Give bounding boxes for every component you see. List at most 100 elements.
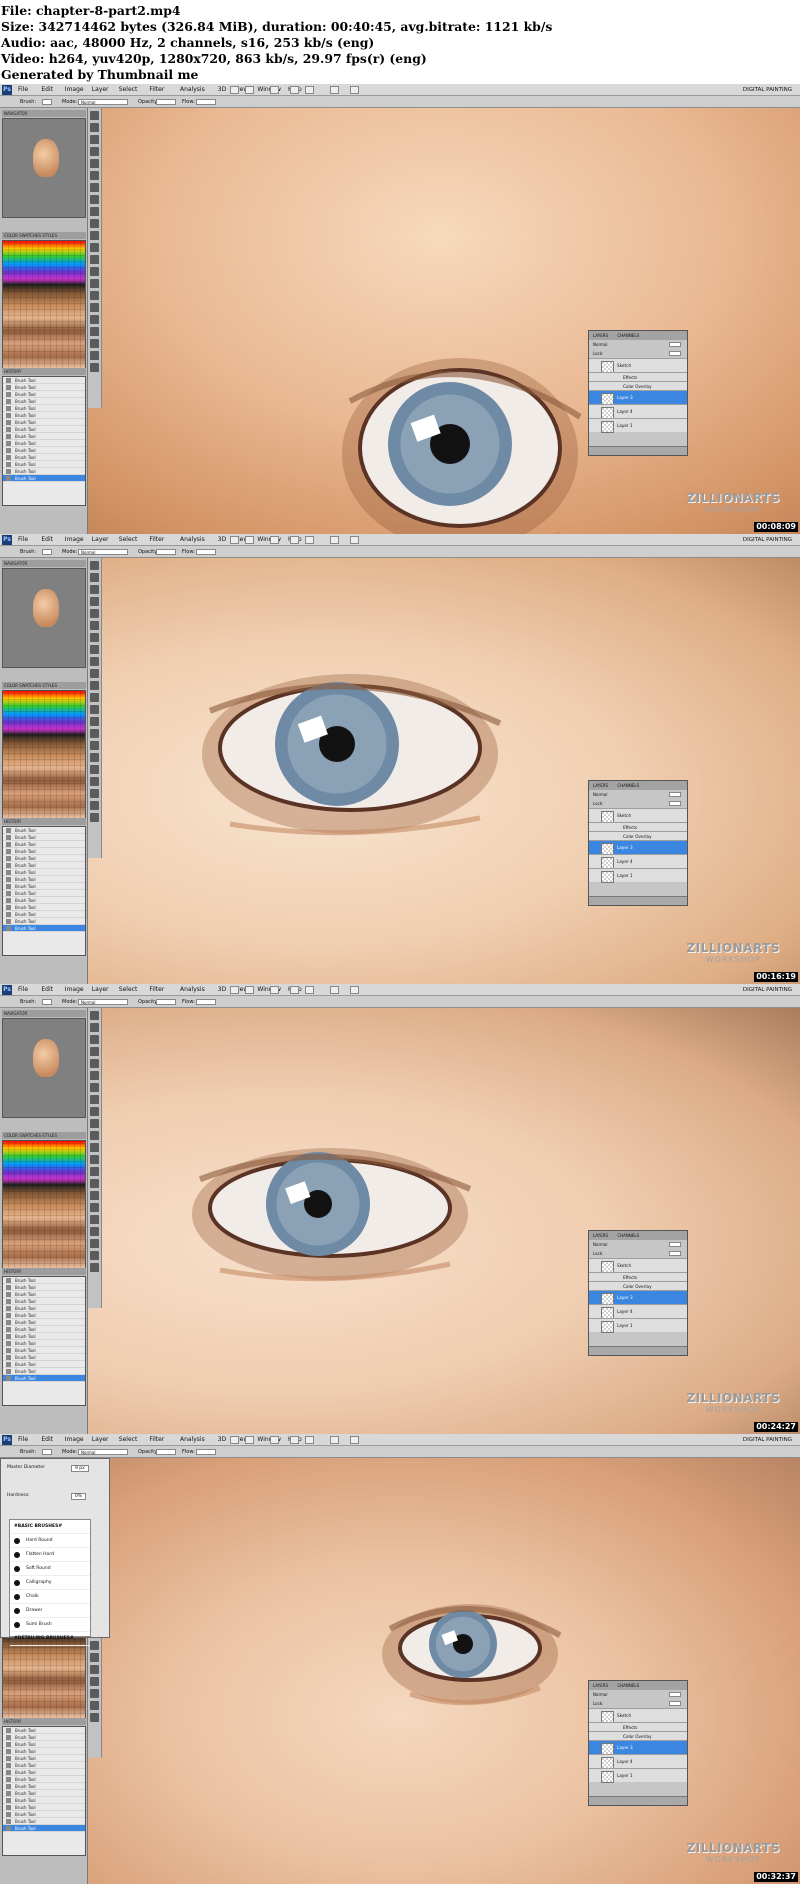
layer-row[interactable]: Layer 1 <box>589 418 687 433</box>
brush-preset-item[interactable]: Flatten Hard <box>10 1548 90 1562</box>
tool-icon[interactable] <box>90 1011 99 1020</box>
history-item[interactable]: Brush Tool <box>3 1741 85 1748</box>
menu-item-select[interactable]: Select <box>119 84 138 96</box>
opacity-field[interactable] <box>669 342 681 347</box>
history-item[interactable]: Brush Tool <box>3 1762 85 1769</box>
tool-icon[interactable] <box>90 681 99 690</box>
tool-icon[interactable] <box>90 267 99 276</box>
history-item[interactable]: Brush Tool <box>3 433 85 440</box>
history-item[interactable]: Brush Tool <box>3 1811 85 1818</box>
menu-item-analysis[interactable]: Analysis <box>180 1434 205 1446</box>
tool-icon[interactable] <box>90 621 99 630</box>
tool-icon[interactable] <box>90 363 99 372</box>
brush-preset-item[interactable]: #DETAILING BRUSHES# <box>10 1632 90 1646</box>
toolbar-button-icon[interactable] <box>290 536 299 544</box>
swatches-grid[interactable] <box>2 240 86 370</box>
toolbar-button-icon[interactable] <box>230 536 239 544</box>
brush-preset-picker[interactable] <box>42 999 52 1005</box>
history-item[interactable]: Brush Tool <box>3 1818 85 1825</box>
layer-row[interactable]: Layer 4 <box>589 404 687 419</box>
history-item[interactable]: Brush Tool <box>3 827 85 834</box>
mode-select[interactable]: Normal <box>78 549 128 555</box>
navigator-thumbnail[interactable] <box>2 118 86 218</box>
toolbar-button-icon[interactable] <box>245 536 254 544</box>
history-item[interactable]: Brush Tool <box>3 883 85 890</box>
tool-icon[interactable] <box>90 255 99 264</box>
history-list[interactable]: Brush Tool Brush Tool Brush Tool Brush Tool… <box>2 826 86 956</box>
tab-channels[interactable]: CHANNELS <box>617 333 639 338</box>
layer-row[interactable]: Sketch <box>589 1708 687 1723</box>
tool-icon[interactable] <box>90 1677 99 1686</box>
menu-item-image[interactable]: Image <box>65 984 84 996</box>
mode-select[interactable]: Normal <box>78 1449 128 1455</box>
history-item[interactable]: Brush Tool <box>3 1333 85 1340</box>
workspace-switcher[interactable]: DIGITAL PAINTING <box>743 1434 792 1446</box>
history-item[interactable]: Brush Tool <box>3 890 85 897</box>
layer-row[interactable]: Layer 1 <box>589 868 687 883</box>
tool-icon[interactable] <box>90 573 99 582</box>
tool-icon[interactable] <box>90 1131 99 1140</box>
brush-preset-item[interactable]: Drawer <box>10 1604 90 1618</box>
brush-preset-list[interactable]: #BASIC BRUSHES# Hard Round Flatten Hard Sof… <box>9 1519 91 1646</box>
opacity-input[interactable] <box>156 99 176 105</box>
swatches-grid[interactable] <box>2 690 86 820</box>
menu-item-image[interactable]: Image <box>65 84 84 96</box>
menu-item-edit[interactable]: Edit <box>41 534 53 546</box>
brush-preset-item[interactable]: Calligraphy <box>10 1576 90 1590</box>
toolbar-button-icon[interactable] <box>230 986 239 994</box>
menu-item-filter[interactable]: Filter <box>149 984 164 996</box>
history-item[interactable]: Brush Tool <box>3 911 85 918</box>
blend-mode-select[interactable]: Normal <box>593 342 607 347</box>
tool-icon[interactable] <box>90 207 99 216</box>
history-item[interactable]: Brush Tool <box>3 454 85 461</box>
tool-icon[interactable] <box>90 351 99 360</box>
layer-row[interactable]: Effects <box>589 822 687 831</box>
tool-icon[interactable] <box>90 1713 99 1722</box>
menu-item-layer[interactable]: Layer <box>92 1434 109 1446</box>
layers-footer-buttons[interactable] <box>589 446 687 455</box>
toolbar-button-icon[interactable] <box>305 86 314 94</box>
opacity-field[interactable] <box>669 792 681 797</box>
menu-item-analysis[interactable]: Analysis <box>180 534 205 546</box>
layer-row[interactable]: Color Overlay <box>589 381 687 390</box>
tool-icon[interactable] <box>90 645 99 654</box>
tool-icon[interactable] <box>90 1689 99 1698</box>
fill-field[interactable] <box>669 1701 681 1706</box>
history-item[interactable]: Brush Tool <box>3 862 85 869</box>
flow-input[interactable] <box>196 549 216 555</box>
tool-icon[interactable] <box>90 219 99 228</box>
toolbar-button-icon[interactable] <box>330 986 339 994</box>
swatches-grid[interactable] <box>2 1140 86 1270</box>
tab-layers[interactable]: LAYERS <box>593 783 608 788</box>
flow-input[interactable] <box>196 999 216 1005</box>
tool-icon[interactable] <box>90 1119 99 1128</box>
tool-icon[interactable] <box>90 1179 99 1188</box>
fill-field[interactable] <box>669 1251 681 1256</box>
layer-row[interactable]: Layer 3 <box>589 390 687 405</box>
workspace-switcher[interactable]: DIGITAL PAINTING <box>743 984 792 996</box>
layer-row[interactable]: Sketch <box>589 358 687 373</box>
toolbar-button-icon[interactable] <box>270 986 279 994</box>
history-item[interactable]: Brush Tool <box>3 377 85 384</box>
toolbar-button-icon[interactable] <box>270 86 279 94</box>
menu-item-image[interactable]: Image <box>65 534 84 546</box>
menu-item-layer[interactable]: Layer <box>92 84 109 96</box>
toolbar-button-icon[interactable] <box>350 86 359 94</box>
tool-icon[interactable] <box>90 243 99 252</box>
tool-icon[interactable] <box>90 1263 99 1272</box>
layers-footer-buttons[interactable] <box>589 896 687 905</box>
painting-canvas[interactable] <box>0 558 800 984</box>
history-item[interactable]: Brush Tool <box>3 855 85 862</box>
tool-icon[interactable] <box>90 1071 99 1080</box>
painting-canvas[interactable] <box>0 1008 800 1434</box>
tool-icon[interactable] <box>90 183 99 192</box>
history-item[interactable]: Brush Tool <box>3 1326 85 1333</box>
history-item[interactable]: Brush Tool <box>3 1748 85 1755</box>
toolbar-button-icon[interactable] <box>245 986 254 994</box>
menu-item-file[interactable]: File <box>18 984 28 996</box>
tool-icon[interactable] <box>90 717 99 726</box>
menu-item-edit[interactable]: Edit <box>41 84 53 96</box>
layer-row[interactable]: Sketch <box>589 808 687 823</box>
history-item[interactable]: Brush Tool <box>3 834 85 841</box>
menu-item-3d[interactable]: 3D <box>218 1434 226 1446</box>
